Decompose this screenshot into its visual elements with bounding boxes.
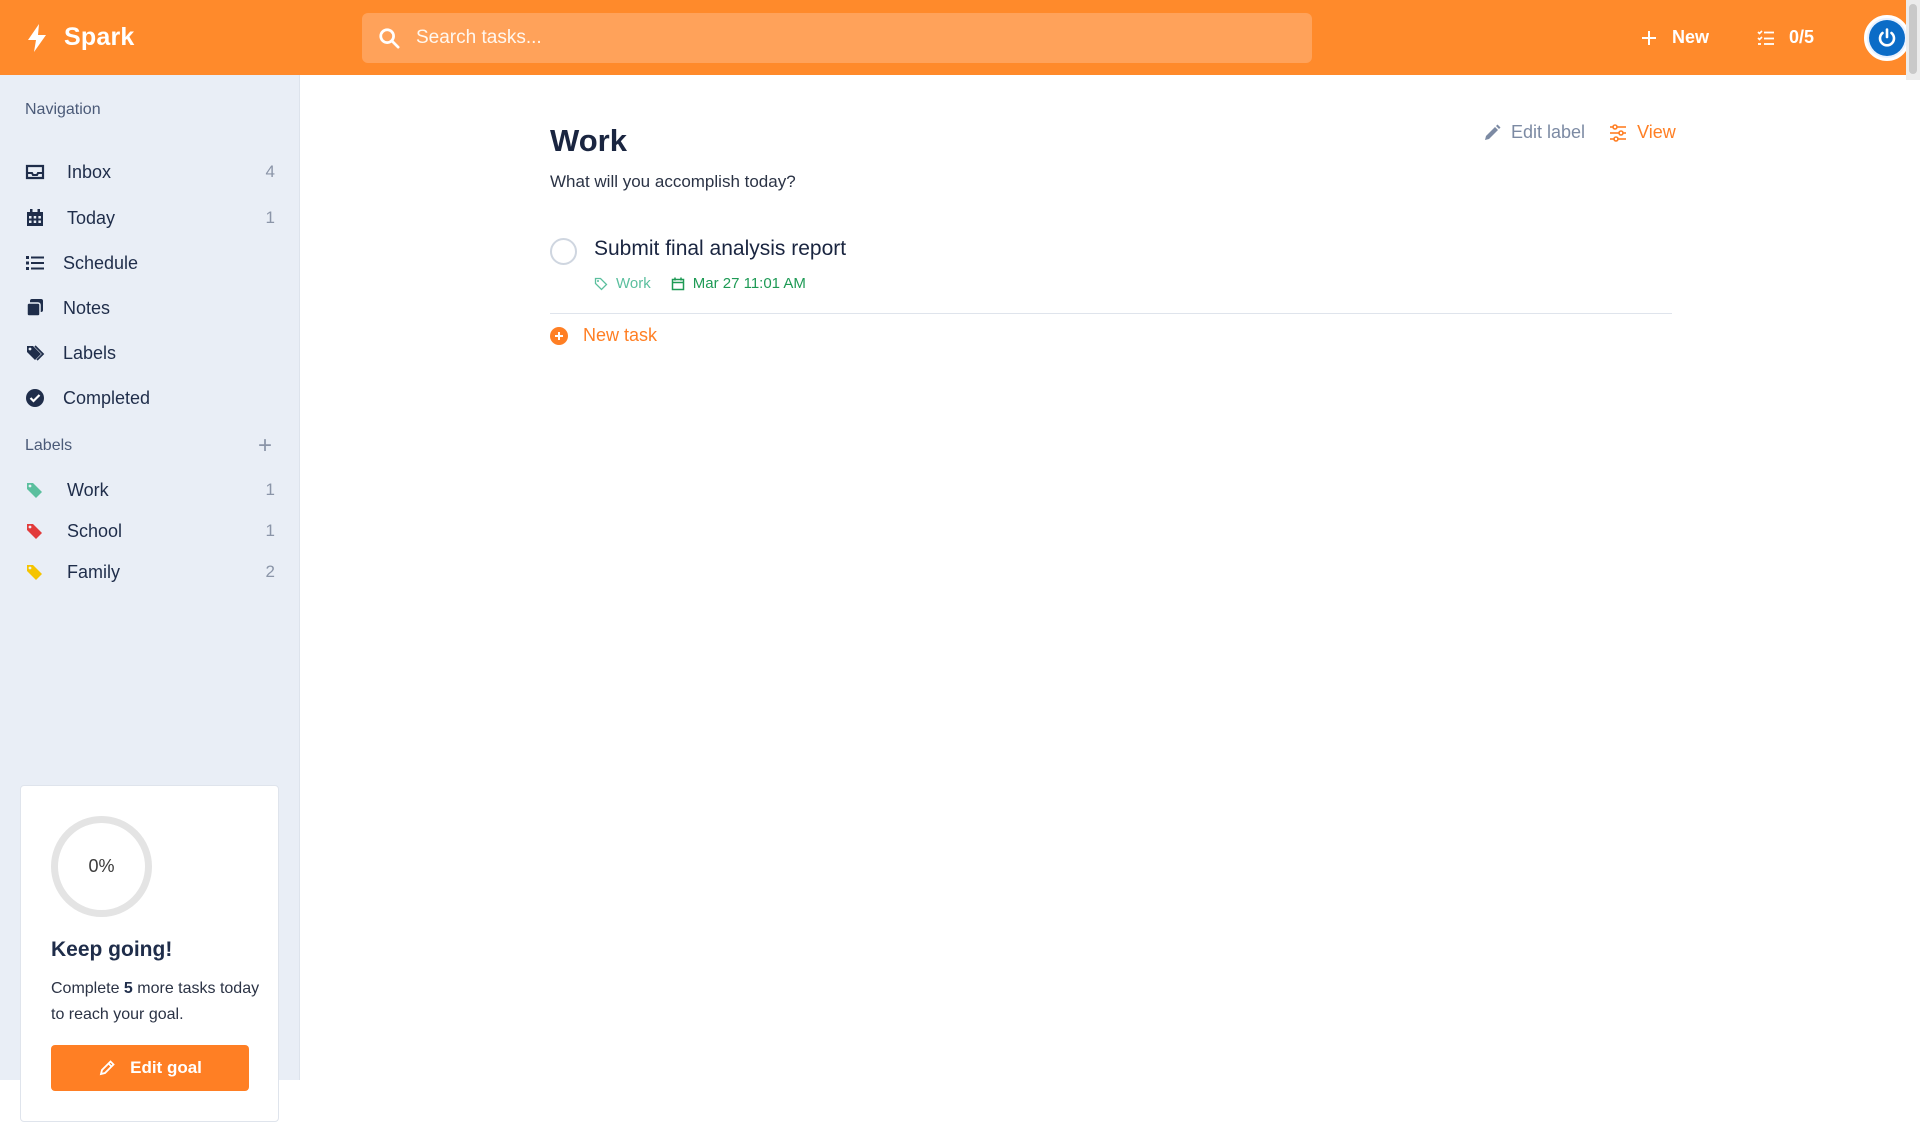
avatar[interactable]	[1864, 14, 1910, 61]
view-label: View	[1637, 122, 1676, 142]
sidebar-item-schedule[interactable]: Schedule	[25, 245, 275, 281]
sidebar-item-notes[interactable]: Notes	[25, 290, 275, 326]
edit-goal-label: Edit goal	[130, 1058, 202, 1077]
view-button[interactable]: View	[1609, 122, 1676, 143]
plus-circle-icon	[550, 326, 568, 345]
sidebar-item-inbox[interactable]: Inbox 4	[25, 154, 275, 190]
top-bar: Spark New 0/5	[0, 0, 1920, 75]
sidebar-label-work[interactable]: Work 1	[25, 472, 275, 508]
labels-heading: Labels	[25, 437, 73, 454]
brand[interactable]: Spark	[26, 23, 362, 52]
tag-icon	[25, 480, 45, 500]
sidebar-label-name: Work	[67, 479, 109, 500]
task-item[interactable]: Submit final analysis report Work Mar 27…	[550, 230, 1672, 314]
page-title: Work	[550, 123, 627, 158]
plus-icon	[1641, 30, 1656, 45]
bolt-icon	[28, 23, 46, 52]
sidebar-item-label: Labels	[63, 342, 117, 363]
goal-percent: 0%	[88, 856, 115, 876]
sliders-icon	[1610, 123, 1627, 142]
new-task-label: New task	[583, 325, 658, 345]
task-progress-label: 0/5	[1788, 27, 1814, 47]
sidebar-item-count: 4	[265, 162, 275, 181]
pencil-icon	[99, 1060, 115, 1076]
add-label-button[interactable]: +	[258, 434, 272, 458]
sidebar-item-completed[interactable]: Completed	[25, 380, 275, 416]
task-progress-button[interactable]: 0/5	[1757, 27, 1814, 48]
edit-goal-button[interactable]: Edit goal	[51, 1045, 249, 1091]
tag-icon	[25, 562, 45, 582]
task-complete-checkbox[interactable]	[550, 238, 577, 265]
check-circle-icon	[25, 388, 45, 408]
task-label[interactable]: Work	[594, 275, 651, 292]
sidebar-label-name: Family	[67, 561, 120, 582]
pencil-icon	[1485, 124, 1501, 140]
sidebar-label-family[interactable]: Family 2	[25, 554, 275, 590]
new-button-label: New	[1671, 27, 1709, 47]
goal-text-before: Complete	[51, 980, 124, 997]
brand-name: Spark	[64, 23, 135, 51]
goal-remaining-count: 5	[123, 980, 133, 997]
new-task-button[interactable]: New task	[550, 325, 657, 346]
goal-card: 0% Keep going! Complete 5 more tasks tod…	[20, 785, 279, 1122]
tags-icon	[25, 343, 45, 363]
tag-icon	[25, 521, 45, 541]
tasks-list-icon	[1757, 29, 1774, 45]
goal-title: Keep going!	[51, 938, 173, 961]
sidebar-item-label: Notes	[63, 297, 111, 318]
power-icon	[1869, 19, 1905, 56]
inbox-icon	[25, 162, 45, 182]
goal-description: Complete 5 more tasks today to reach you…	[51, 976, 261, 1028]
scrollbar[interactable]	[1906, 0, 1920, 80]
tag-outline-icon	[594, 277, 608, 290]
goal-progress-ring: 0%	[51, 816, 152, 917]
calendar-icon	[25, 208, 45, 228]
new-button[interactable]: New	[1640, 27, 1709, 48]
sidebar-label-count: 1	[265, 521, 275, 540]
sidebar-label-school[interactable]: School 1	[25, 513, 275, 549]
sidebar-item-label: Completed	[63, 387, 151, 408]
task-due-date-text: Mar 27 11:01 AM	[692, 275, 806, 292]
sidebar-item-label: Inbox	[67, 161, 112, 182]
task-due-date[interactable]: Mar 27 11:01 AM	[671, 275, 806, 292]
search-input[interactable]	[416, 26, 1276, 49]
sidebar-item-count: 1	[265, 208, 275, 227]
task-title[interactable]: Submit final analysis report	[594, 237, 846, 261]
search-icon	[379, 27, 400, 49]
task-label-text: Work	[616, 275, 651, 292]
list-icon	[25, 253, 45, 273]
sidebar-item-labels[interactable]: Labels	[25, 335, 275, 371]
main-content: Work What will you accomplish today? Edi…	[300, 75, 1920, 1080]
page-subtitle: What will you accomplish today?	[550, 172, 796, 191]
sidebar-label-count: 2	[265, 562, 275, 581]
sidebar-label-name: School	[67, 520, 123, 541]
scrollbar-thumb[interactable]	[1909, 4, 1917, 74]
task-meta: Work Mar 27 11:01 AM	[594, 275, 806, 292]
sidebar-label-count: 1	[265, 480, 275, 499]
calendar-outline-icon	[671, 277, 684, 290]
sidebar-item-today[interactable]: Today 1	[25, 200, 275, 236]
sidebar: Navigation Inbox 4 Today 1 Schedule Note…	[0, 75, 300, 1122]
sidebar-item-label: Schedule	[63, 252, 139, 273]
edit-label-text: Edit label	[1511, 122, 1586, 142]
edit-label-button[interactable]: Edit label	[1483, 122, 1585, 143]
notes-icon	[25, 298, 45, 318]
navigation-heading: Navigation	[25, 101, 101, 118]
sidebar-item-label: Today	[67, 207, 116, 228]
search-bar[interactable]	[362, 12, 1312, 63]
